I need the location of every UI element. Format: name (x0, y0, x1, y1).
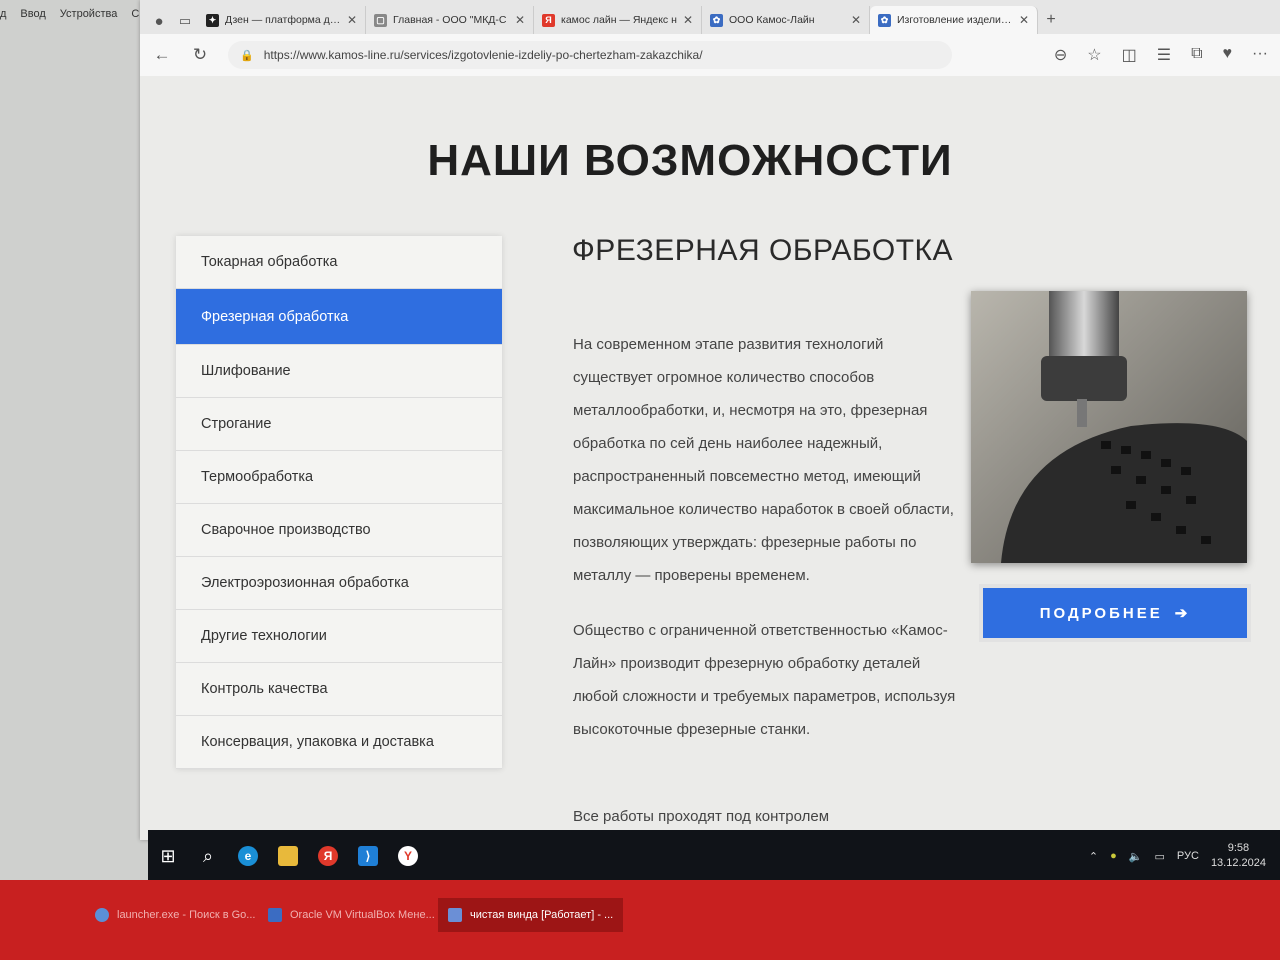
menu-item-planing[interactable]: Строгание (176, 398, 502, 451)
arrow-right-icon: ➔ (1174, 605, 1191, 622)
host-task-vm[interactable]: чистая винда [Работает] - ... (438, 898, 624, 932)
collections-icon[interactable]: ⧉ (1191, 45, 1202, 65)
tab-favicon-icon: ▢ (374, 13, 387, 27)
host-taskbar: launcher.exe - Поиск в Go... Oracle VM V… (0, 880, 1280, 960)
menu-item-turning[interactable]: Токарная обработка (176, 236, 502, 289)
clock-time: 9:58 (1227, 842, 1250, 854)
host-task-label: чистая винда [Работает] - ... (470, 909, 614, 921)
browser-toolbar: ⊖ ☆ ◫ ☰ ⧉ ♥ ··· (1054, 45, 1268, 65)
tab-kamos[interactable]: ✿ ООО Камос-Лайн ✕ (702, 6, 870, 34)
paragraph: На современном этапе развития технологий… (573, 336, 954, 584)
address-bar: ← ↻ 🔒 https://www.kamos-line.ru/services… (140, 34, 1280, 77)
close-icon[interactable]: ✕ (683, 13, 693, 27)
windows-taskbar: ⊞ ⌕ e Я ⟩ Y ⌃ ● 🔈 ▭ РУС 9:58 13.12.2024 (148, 830, 1280, 882)
network-icon[interactable]: ▭ (1155, 850, 1165, 863)
tab-actions-icon[interactable]: ▭ (172, 8, 198, 34)
tab-label: камос лайн — Яндекс н (561, 14, 677, 26)
close-icon[interactable]: ✕ (851, 13, 861, 27)
menu-item-packaging-delivery[interactable]: Консервация, упаковка и доставка (176, 716, 502, 769)
menu-item-welding[interactable]: Сварочное производство (176, 504, 502, 557)
search-icon[interactable]: ⌕ (188, 836, 228, 876)
tab-label: Изготовление изделий п (897, 14, 1013, 26)
vm-window-icon (448, 908, 462, 922)
system-tray: ⌃ ● 🔈 ▭ РУС 9:58 13.12.2024 (1089, 841, 1280, 871)
reload-icon[interactable]: ↻ (190, 45, 210, 65)
tab-label: Главная - ООО "МКД-С (393, 14, 507, 26)
chevron-up-icon[interactable]: ⌃ (1089, 850, 1098, 863)
menu-item-other-tech[interactable]: Другие технологии (176, 610, 502, 663)
more-details-button[interactable]: ПОДРОБНЕЕ ➔ (983, 588, 1247, 638)
menu-item-edm[interactable]: Электроэрозионная обработка (176, 557, 502, 610)
host-task-label: Oracle VM VirtualBox Мене... (290, 909, 435, 921)
menu-item-grinding[interactable]: Шлифование (176, 345, 502, 398)
favorite-star-icon[interactable]: ☆ (1087, 45, 1101, 65)
more-tools-icon[interactable]: ⊖ (1054, 45, 1067, 65)
profile-icon[interactable]: ● (146, 8, 172, 34)
tab-favicon-icon: ✿ (878, 13, 891, 27)
paragraph: Общество с ограниченной ответственностью… (573, 622, 956, 738)
url-text: https://www.kamos-line.ru/services/izgot… (263, 48, 703, 62)
browser-essentials-icon[interactable]: ♥ (1223, 45, 1233, 65)
tab-yandex[interactable]: Я камос лайн — Яндекс н ✕ (534, 6, 702, 34)
tab-label: Дзен — платформа для (225, 14, 341, 26)
milling-photo-illustration (971, 291, 1247, 563)
host-task-launcher[interactable]: launcher.exe - Поиск в Go... (85, 898, 265, 932)
services-menu: Токарная обработка Фрезерная обработка Ш… (176, 236, 502, 769)
tab-dzen[interactable]: ✦ Дзен — платформа для ✕ (198, 6, 366, 34)
host-task-label: launcher.exe - Поиск в Go... (117, 909, 256, 921)
favorites-list-icon[interactable]: ☰ (1157, 45, 1171, 65)
milling-machine-photo (971, 291, 1247, 563)
host-task-virtualbox[interactable]: Oracle VM VirtualBox Мене... (258, 898, 445, 932)
url-field[interactable]: 🔒 https://www.kamos-line.ru/services/izg… (228, 41, 952, 69)
paragraph: Все работы проходят под контролем (573, 808, 830, 825)
close-icon[interactable]: ✕ (515, 13, 525, 27)
close-icon[interactable]: ✕ (347, 13, 357, 27)
section-title: ФРЕЗЕРНАЯ ОБРАБОТКА (572, 234, 954, 267)
clock[interactable]: 9:58 13.12.2024 (1211, 841, 1266, 871)
page-title: НАШИ ВОЗМОЖНОСТИ (427, 136, 953, 185)
menu-item-milling[interactable]: Фрезерная обработка (176, 289, 502, 345)
new-tab-plus-icon[interactable]: + (1038, 6, 1064, 34)
language-indicator[interactable]: РУС (1177, 850, 1199, 862)
tab-favicon-icon: Я (542, 13, 555, 27)
lock-icon[interactable]: 🔒 (240, 49, 254, 62)
tab-favicon-icon: ✦ (206, 13, 219, 27)
clock-date: 13.12.2024 (1210, 857, 1266, 869)
security-icon[interactable]: ● (1110, 850, 1117, 862)
chrome-icon (95, 908, 109, 922)
tab-izgotovlenie[interactable]: ✿ Изготовление изделий п ✕ (870, 6, 1038, 34)
vm-menu-input[interactable]: Ввод (20, 8, 45, 34)
yandex-browser-icon[interactable]: Y (388, 836, 428, 876)
browser-window: ● ▭ ✦ Дзен — платформа для ✕ ▢ Главная -… (140, 0, 1280, 840)
menu-item-heat-treatment[interactable]: Термообработка (176, 451, 502, 504)
file-explorer-icon[interactable] (268, 836, 308, 876)
menu-dots-icon[interactable]: ··· (1252, 45, 1268, 65)
volume-icon[interactable]: 🔈 (1129, 850, 1143, 863)
vscode-icon[interactable]: ⟩ (348, 836, 388, 876)
vm-menu-item[interactable]: д (0, 8, 6, 34)
virtualbox-icon (268, 908, 282, 922)
tab-label: ООО Камос-Лайн (729, 14, 815, 26)
web-page: НАШИ ВОЗМОЖНОСТИ Токарная обработка Фрез… (140, 76, 1280, 840)
vm-menu-devices[interactable]: Устройства (60, 8, 118, 34)
yandex-icon[interactable]: Я (308, 836, 348, 876)
more-details-label: ПОДРОБНЕЕ (1039, 604, 1163, 622)
close-icon[interactable]: ✕ (1019, 13, 1029, 27)
back-arrow-icon[interactable]: ← (152, 45, 172, 65)
tab-mkd[interactable]: ▢ Главная - ООО "МКД-С ✕ (366, 6, 534, 34)
menu-item-quality-control[interactable]: Контроль качества (176, 663, 502, 716)
tab-favicon-icon: ✿ (710, 13, 723, 27)
tab-bar: ● ▭ ✦ Дзен — платформа для ✕ ▢ Главная -… (140, 0, 1280, 34)
edge-icon[interactable]: e (228, 836, 268, 876)
split-screen-icon[interactable]: ◫ (1122, 45, 1137, 65)
windows-start-icon[interactable]: ⊞ (148, 836, 188, 876)
